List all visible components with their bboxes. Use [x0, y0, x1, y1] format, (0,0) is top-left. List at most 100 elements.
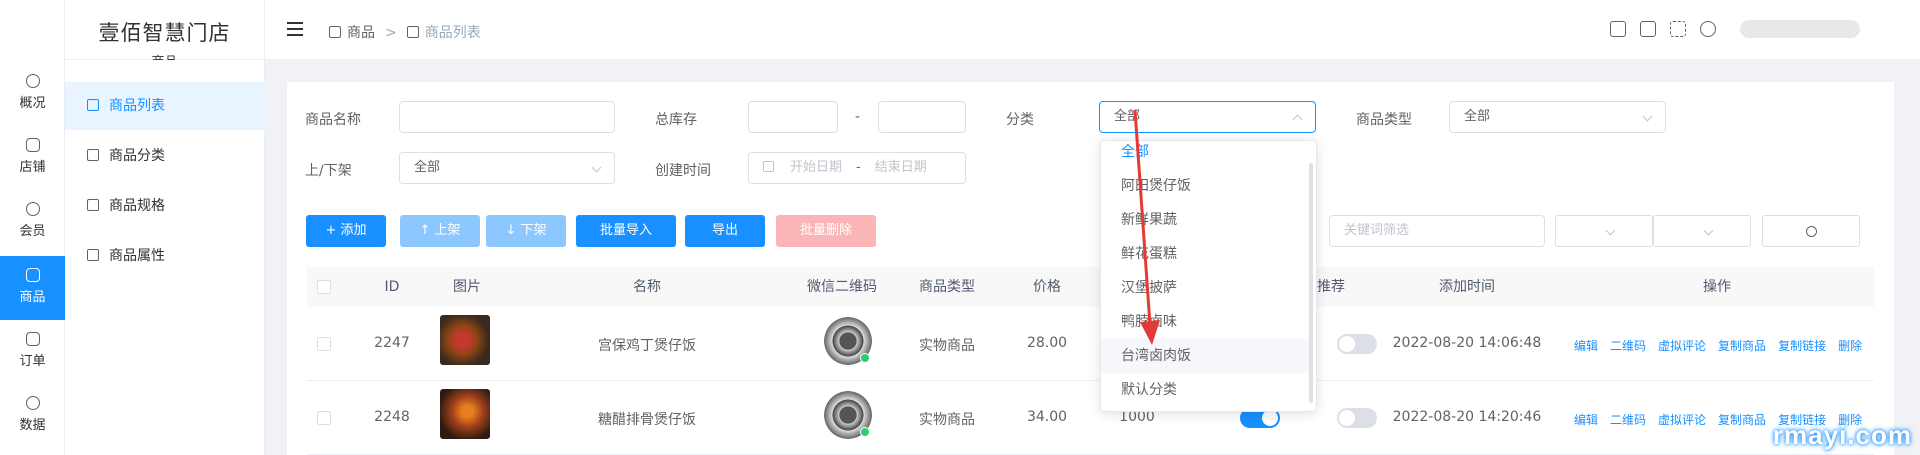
- breadcrumb: 商品 > 商品列表: [329, 22, 481, 42]
- batch-delete-button[interactable]: 批量删除: [776, 215, 876, 247]
- wechat-qrcode[interactable]: [824, 317, 872, 365]
- cell-added-time: 2022-08-20 14:06:48: [1392, 335, 1542, 351]
- user-menu[interactable]: [1740, 20, 1860, 38]
- shirt-icon[interactable]: [1640, 21, 1656, 37]
- virtual-review-link[interactable]: 虚拟评论: [1658, 411, 1706, 428]
- goods-type-select[interactable]: 全部: [1449, 101, 1666, 133]
- rail-item-goods[interactable]: 商品: [0, 256, 65, 320]
- sidebar-item-goods-attr[interactable]: 商品属性: [65, 232, 265, 280]
- rail-item-overview[interactable]: 概况: [0, 62, 65, 126]
- shelf-status-select[interactable]: 全部: [399, 152, 615, 184]
- row-checkbox[interactable]: [317, 337, 331, 351]
- created-date-range[interactable]: 开始日期 - 结束日期: [748, 152, 966, 184]
- date-start-placeholder: 开始日期: [790, 160, 843, 175]
- clipboard-icon: [25, 332, 40, 346]
- filter-created-label: 创建时间: [655, 163, 711, 179]
- rail-label: 概况: [19, 96, 46, 111]
- store-icon: [25, 138, 40, 152]
- export-button[interactable]: 导出: [685, 215, 765, 247]
- batch-import-button[interactable]: 批量导入: [576, 215, 676, 247]
- off-shelf-button[interactable]: ↓ 下架: [486, 215, 566, 247]
- dropdown-option[interactable]: 汉堡披萨: [1101, 271, 1309, 305]
- watermark: rmayi.com: [1772, 420, 1912, 450]
- calendar-icon: [763, 161, 774, 172]
- edit-link[interactable]: 编辑: [1574, 337, 1598, 354]
- sidebar-item-goods-spec[interactable]: 商品规格: [65, 182, 265, 230]
- sidebar-item-goods-list[interactable]: 商品列表: [65, 82, 265, 130]
- list-icon: [87, 149, 99, 161]
- copy-url-link[interactable]: 复制链接: [1778, 337, 1826, 354]
- cube-icon: [87, 99, 99, 111]
- edit-link[interactable]: 编辑: [1574, 411, 1598, 428]
- user-icon: [25, 202, 40, 216]
- filter-shelf-label: 上/下架: [305, 163, 352, 179]
- qrcode-link[interactable]: 二维码: [1610, 337, 1646, 354]
- cell-name: 宫保鸡丁煲仔饭: [598, 338, 696, 354]
- dropdown-option[interactable]: 鸭脖卤味: [1101, 305, 1309, 339]
- rail-item-members[interactable]: 会员: [0, 190, 65, 254]
- date-separator: -: [856, 160, 861, 175]
- rail-item-data[interactable]: 数据: [0, 384, 65, 448]
- rail-item-orders[interactable]: 订单: [0, 320, 65, 384]
- col-qrcode: 微信二维码: [807, 279, 877, 295]
- col-added-time: 添加时间: [1439, 279, 1495, 295]
- wechat-qrcode[interactable]: [824, 391, 872, 439]
- rail-item-store[interactable]: 店铺: [0, 126, 65, 190]
- category-select-value: 全部: [1114, 109, 1141, 124]
- virtual-review-link[interactable]: 虚拟评论: [1658, 337, 1706, 354]
- goods-image: [440, 315, 490, 365]
- column-settings-button[interactable]: [1555, 215, 1653, 247]
- add-button[interactable]: + 添加: [306, 215, 386, 247]
- cell-price: 34.00: [1026, 409, 1068, 425]
- col-id: ID: [384, 279, 400, 295]
- stock-min-input[interactable]: [748, 101, 838, 133]
- rail-label: 数据: [19, 418, 46, 433]
- cell-type: 实物商品: [919, 412, 975, 428]
- folder-filter-button[interactable]: [1653, 215, 1751, 247]
- dropdown-option[interactable]: 台湾卤肉饭: [1101, 339, 1309, 373]
- dropdown-option[interactable]: 阿田煲仔饭: [1101, 169, 1309, 203]
- on-shelf-button[interactable]: ↑ 上架: [400, 215, 480, 247]
- select-all-checkbox[interactable]: [317, 280, 331, 294]
- copy-goods-link[interactable]: 复制商品: [1718, 337, 1766, 354]
- dropdown-option[interactable]: 默认分类: [1101, 373, 1309, 407]
- chevron-up-icon: [1292, 114, 1303, 125]
- dropdown-scrollbar[interactable]: [1309, 163, 1313, 403]
- cell-price: 28.00: [1026, 335, 1068, 351]
- refresh-icon[interactable]: [1700, 21, 1716, 37]
- sidebar-item-label: 商品规格: [109, 198, 165, 214]
- filter-category-label: 分类: [1006, 112, 1034, 128]
- menu-toggle-icon[interactable]: [287, 22, 303, 36]
- breadcrumb-parent[interactable]: 商品: [347, 25, 375, 41]
- cube-icon: [329, 26, 341, 38]
- rail-label: 商品: [19, 290, 46, 305]
- rail-label: 店铺: [19, 160, 46, 175]
- dashboard-icon: [25, 74, 40, 88]
- keyword-filter-input[interactable]: 关键词筛选: [1329, 215, 1545, 247]
- col-name: 名称: [633, 279, 661, 295]
- category-select[interactable]: 全部: [1099, 101, 1316, 133]
- breadcrumb-separator: >: [385, 25, 397, 41]
- sidebar-item-goods-category[interactable]: 商品分类: [65, 132, 265, 180]
- dropdown-option[interactable]: 全部: [1101, 141, 1309, 169]
- stock-max-input[interactable]: [878, 101, 966, 133]
- copy-goods-link[interactable]: 复制商品: [1718, 411, 1766, 428]
- filter-name-label: 商品名称: [305, 112, 361, 128]
- bell-icon[interactable]: [1610, 21, 1626, 37]
- fullscreen-icon[interactable]: [1670, 21, 1686, 37]
- cell-name: 糖醋排骨煲仔饭: [598, 412, 696, 428]
- dropdown-option[interactable]: 鲜花蛋糕: [1101, 237, 1309, 271]
- goods-name-input[interactable]: [399, 101, 615, 133]
- filter-type-label: 商品类型: [1356, 112, 1412, 128]
- cell-added-time: 2022-08-20 14:20:46: [1392, 409, 1542, 425]
- col-type: 商品类型: [919, 279, 975, 295]
- dropdown-option[interactable]: 新鲜果蔬: [1101, 203, 1309, 237]
- cube-icon: [406, 26, 419, 38]
- qrcode-link[interactable]: 二维码: [1610, 411, 1646, 428]
- rail-label: 订单: [19, 354, 46, 369]
- wechat-badge-icon: [860, 353, 870, 363]
- search-button[interactable]: [1762, 215, 1860, 247]
- delete-link[interactable]: 删除: [1838, 337, 1862, 354]
- row-checkbox[interactable]: [317, 411, 331, 425]
- copy-icon: [87, 199, 99, 211]
